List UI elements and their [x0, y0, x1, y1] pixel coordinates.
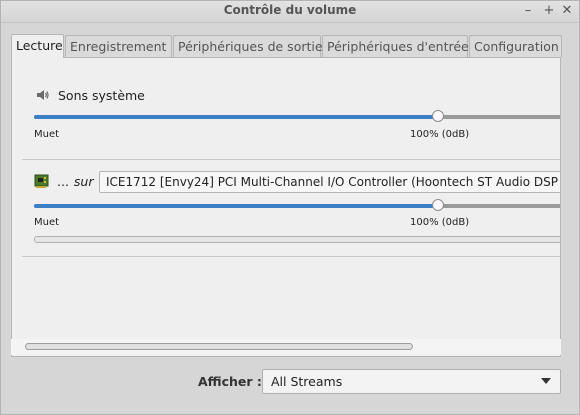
stream-name: ...	[57, 173, 69, 189]
show-filter-select[interactable]: All Streams	[262, 369, 561, 394]
mute-label: Muet	[34, 217, 60, 228]
slider-handle[interactable]	[432, 199, 444, 211]
tab-peripheriques-sortie[interactable]: Périphériques de sortie	[173, 35, 323, 57]
output-device-select[interactable]: ICE1712 [Envy24] PCI Multi-Channel I/O C…	[99, 171, 560, 193]
system-sounds-volume-slider[interactable]	[34, 110, 560, 124]
dropdown-arrow-icon	[541, 378, 551, 384]
level-label: 100% (0dB)	[410, 217, 470, 228]
on-label: sur	[73, 173, 94, 189]
title-bar: Contrôle du volume – + ✕	[1, 1, 579, 23]
window-title: Contrôle du volume	[223, 3, 357, 17]
playback-panel: Sons système Muet 100% (0dB) ... sur ICE…	[11, 57, 561, 357]
peak-level-meter	[34, 236, 560, 243]
device-volume-slider[interactable]	[34, 199, 560, 213]
mute-label: Muet	[34, 129, 60, 140]
maximize-button[interactable]: +	[541, 2, 557, 20]
tab-lecture[interactable]: Lecture	[11, 34, 64, 58]
horizontal-scrollbar[interactable]	[11, 339, 561, 355]
slider-handle[interactable]	[432, 110, 444, 122]
scrollbar-thumb[interactable]	[25, 343, 413, 350]
minimize-button[interactable]: –	[520, 2, 536, 20]
sound-card-icon	[34, 173, 50, 189]
level-label: 100% (0dB)	[410, 129, 470, 140]
speaker-icon	[34, 87, 50, 103]
stream-device-header: ... sur	[34, 173, 94, 189]
separator	[22, 159, 560, 160]
stream-system-sounds-header: Sons système	[34, 87, 145, 103]
volume-control-window: Contrôle du volume – + ✕ Lecture Enregis…	[0, 0, 580, 415]
tab-configuration[interactable]: Configuration	[469, 35, 562, 57]
separator	[22, 256, 560, 257]
show-filter-label: Afficher :	[198, 374, 262, 389]
close-button[interactable]: ✕	[559, 2, 575, 20]
slider-fill	[34, 115, 438, 119]
show-filter-value: All Streams	[271, 374, 343, 389]
tab-peripheriques-entree[interactable]: Périphériques d'entrée	[322, 35, 469, 57]
tab-enregistrement[interactable]: Enregistrement	[65, 35, 172, 57]
slider-fill	[34, 204, 438, 208]
stream-name: Sons système	[58, 87, 145, 103]
